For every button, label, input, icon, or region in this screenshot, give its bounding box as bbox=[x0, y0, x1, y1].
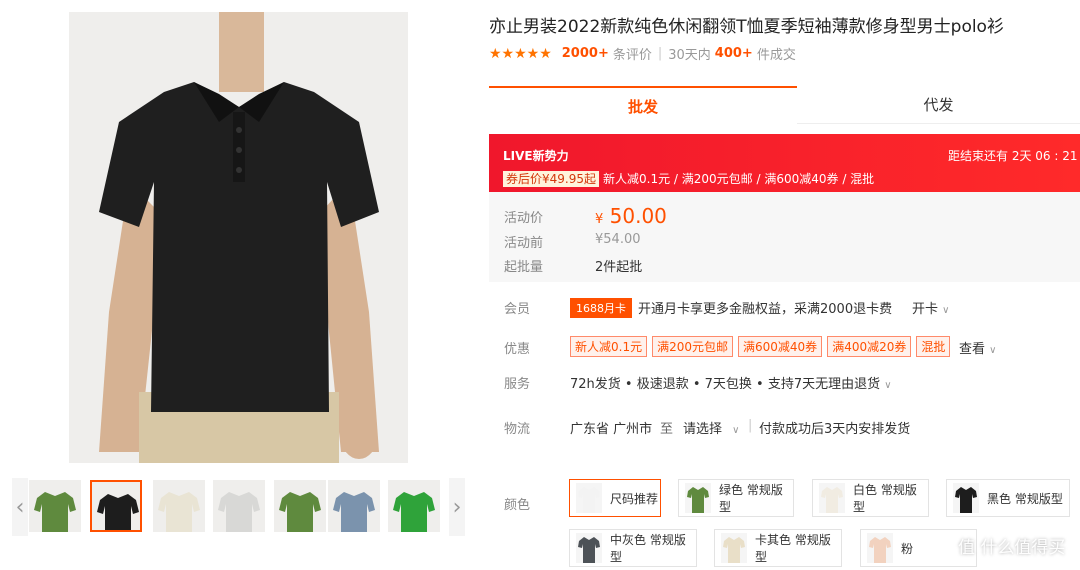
thumbnail-4[interactable] bbox=[213, 480, 265, 532]
live-label: LIVE新势力 bbox=[503, 149, 569, 163]
thumb-next-arrow-icon[interactable]: › bbox=[449, 478, 465, 536]
currency-symbol: ¥ bbox=[595, 212, 604, 227]
destination-select[interactable]: 请选择 ∨ bbox=[683, 418, 739, 437]
thumbnail-shirt-image bbox=[328, 480, 380, 532]
activity-price: ¥ 50.00 bbox=[595, 204, 667, 228]
thumbnail-5[interactable] bbox=[274, 480, 326, 532]
sales-period: 30天内 bbox=[668, 48, 711, 63]
discount-tag[interactable]: 满200元包邮 bbox=[652, 336, 733, 357]
discount-tag[interactable]: 新人减0.1元 bbox=[570, 336, 648, 357]
color-label: 颜色 bbox=[504, 498, 531, 513]
color-option-label: 尺码推荐 bbox=[610, 491, 659, 506]
color-swatch-icon bbox=[576, 533, 602, 563]
reviews-label[interactable]: 条评价 bbox=[613, 44, 652, 63]
thumbnail-shirt-image bbox=[153, 480, 205, 532]
color-option-label: 粉 bbox=[901, 541, 914, 556]
product-title: 亦止男装2022新款纯色休闲翻领T恤夏季短袖薄款修身型男士polo衫 bbox=[489, 17, 1004, 37]
chevron-down-icon: ∨ bbox=[989, 345, 997, 356]
view-label: 查看 bbox=[959, 342, 986, 357]
thumbnail-6[interactable] bbox=[328, 480, 380, 532]
main-product-image[interactable] bbox=[69, 12, 408, 463]
ship-to-word: 至 bbox=[660, 422, 674, 437]
separator: | bbox=[657, 46, 663, 61]
original-price-label: 活动前 bbox=[504, 236, 544, 251]
countdown-timer: 距结束还有 2天 06 : 21 : 1 bbox=[948, 149, 1080, 163]
reviews-count[interactable]: 2000+ bbox=[562, 46, 609, 61]
service-label: 服务 bbox=[504, 377, 531, 392]
moq-label: 起批量 bbox=[504, 260, 544, 275]
monthly-card-badge: 1688月卡 bbox=[570, 298, 632, 318]
tab-dropship[interactable]: 代发 bbox=[797, 86, 1080, 124]
chevron-down-icon: ∨ bbox=[942, 305, 950, 316]
chevron-down-icon: ∨ bbox=[884, 380, 892, 391]
price-panel: 活动价 ¥ 50.00 活动前 ¥54.00 起批量 2件起批 bbox=[489, 192, 1080, 282]
color-option-label: 白色 常规版型 bbox=[853, 483, 917, 514]
thumbnail-2[interactable] bbox=[90, 480, 142, 532]
live-promo-banner: LIVE新势力 距结束还有 2天 06 : 21 : 1 券后价¥49.95起 … bbox=[489, 134, 1080, 192]
view-more-discounts[interactable]: 查看 ∨ bbox=[959, 338, 996, 357]
coupon-description: 新人减0.1元 / 满200元包邮 / 满600减40券 / 混批 bbox=[603, 172, 875, 186]
purchase-mode-tabs: 批发 代发 bbox=[489, 86, 1080, 124]
sales-label: 件成交 bbox=[756, 48, 796, 63]
shipping-note: 付款成功后3天内安排发货 bbox=[759, 422, 911, 437]
thumbnail-shirt-image bbox=[388, 480, 440, 532]
color-option[interactable]: 卡其色 常规版型 bbox=[714, 529, 842, 567]
thumbnail-3[interactable] bbox=[153, 480, 205, 532]
discount-tag[interactable]: 满400减20券 bbox=[827, 336, 912, 357]
separator: | bbox=[748, 418, 753, 433]
discount-tag[interactable]: 满600减40券 bbox=[738, 336, 823, 357]
activity-price-value: 50.00 bbox=[609, 204, 667, 228]
member-label: 会员 bbox=[504, 302, 531, 317]
color-swatch-icon bbox=[819, 483, 845, 513]
color-option-label: 卡其色 常规版型 bbox=[755, 533, 831, 564]
black-polo-shirt-photo bbox=[69, 12, 408, 463]
thumbnail-1[interactable] bbox=[29, 480, 81, 532]
moq-value: 2件起批 bbox=[595, 260, 643, 275]
color-swatch-icon bbox=[721, 533, 747, 563]
color-swatch-icon bbox=[685, 483, 711, 513]
watermark: 值 什么值得买 bbox=[958, 538, 1066, 558]
thumbnail-shirt-image bbox=[92, 482, 140, 530]
color-swatch-icon bbox=[953, 483, 979, 513]
discount-label: 优惠 bbox=[504, 342, 531, 357]
sales-count: 400+ bbox=[714, 46, 753, 61]
open-card-label: 开卡 bbox=[912, 302, 939, 317]
thumbnail-shirt-image bbox=[213, 480, 265, 532]
thumb-prev-arrow-icon[interactable]: ‹ bbox=[12, 478, 28, 536]
service-text: 72h发货 • 极速退款 • 7天包换 • 支持7天无理由退货 bbox=[570, 377, 881, 392]
tab-wholesale[interactable]: 批发 bbox=[489, 86, 797, 124]
member-text: 开通月卡享更多金融权益，采满2000退卡费 bbox=[638, 302, 893, 317]
color-swatch-icon bbox=[576, 483, 602, 513]
color-option[interactable]: 中灰色 常规版型 bbox=[569, 529, 697, 567]
service-info[interactable]: 72h发货 • 极速退款 • 7天包换 • 支持7天无理由退货 ∨ bbox=[570, 373, 892, 392]
color-option[interactable]: 白色 常规版型 bbox=[812, 479, 929, 517]
color-option-label: 中灰色 常规版型 bbox=[610, 533, 686, 564]
discount-tag[interactable]: 混批 bbox=[916, 336, 951, 357]
thumbnail-shirt-image bbox=[29, 480, 81, 532]
original-price: ¥54.00 bbox=[595, 232, 641, 247]
color-option[interactable]: 尺码推荐 bbox=[569, 479, 661, 517]
color-option[interactable]: 黑色 常规版型 bbox=[946, 479, 1070, 517]
rating-row: ★★★★★ 2000+ 条评价 | 30天内 400+ 件成交 bbox=[489, 44, 796, 64]
activity-price-label: 活动价 bbox=[504, 211, 544, 226]
chevron-down-icon: ∨ bbox=[732, 425, 740, 436]
discount-tags: 新人减0.1元 满200元包邮 满600减40券 满400减20券 混批 bbox=[570, 336, 955, 357]
thumbnail-7[interactable] bbox=[388, 480, 440, 532]
color-option[interactable]: 绿色 常规版型 bbox=[678, 479, 794, 517]
color-swatch-icon bbox=[867, 533, 893, 563]
color-option-label: 绿色 常规版型 bbox=[719, 483, 783, 514]
rating-stars-icon: ★★★★★ bbox=[489, 45, 552, 62]
open-card-link[interactable]: 开卡 ∨ bbox=[912, 298, 949, 317]
destination-select-label: 请选择 bbox=[683, 422, 723, 437]
thumbnail-shirt-image bbox=[274, 480, 326, 532]
logistics-label: 物流 bbox=[504, 422, 531, 437]
thumbnail-strip: ‹ › bbox=[12, 478, 466, 536]
coupon-price-badge: 券后价¥49.95起 bbox=[503, 171, 599, 187]
color-option-label: 黑色 常规版型 bbox=[987, 491, 1063, 506]
ship-from: 广东省 广州市 bbox=[570, 422, 653, 437]
